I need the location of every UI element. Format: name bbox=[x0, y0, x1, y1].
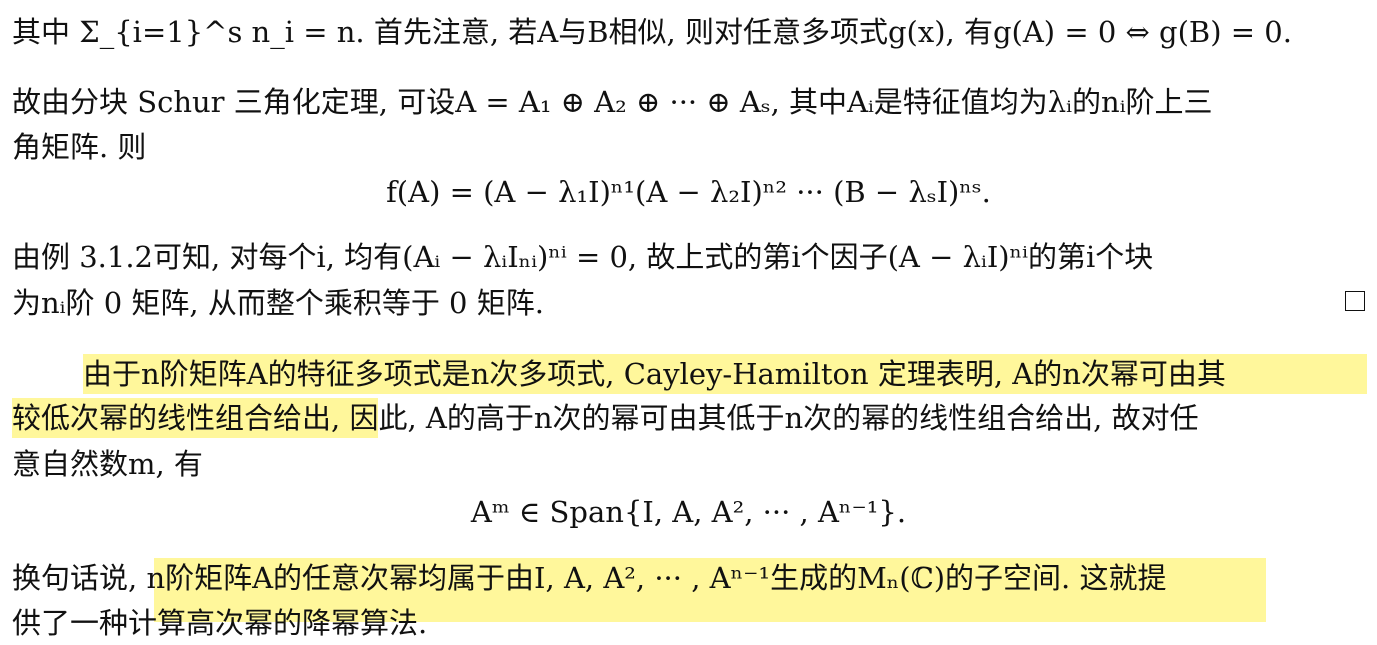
text-line-2: 故由分块 Schur 三角化定理, 可设A = A₁ ⊕ A₂ ⊕ ··· ⊕ … bbox=[12, 82, 1213, 122]
text-line-10: 供了一种计算高次幂的降幂算法. bbox=[12, 603, 427, 643]
text-line-6: 由于n阶矩阵A的特征多项式是n次多项式, Cayley-Hamilton 定理表… bbox=[83, 354, 1226, 394]
highlighted-text: 由于n阶矩阵A的特征多项式是n次多项式, Cayley-Hamilton 定理表… bbox=[83, 357, 1226, 391]
display-equation-2: Aᵐ ∈ Span{I, A, A², ··· , Aⁿ⁻¹}. bbox=[0, 492, 1377, 532]
line-text: 意自然数m, 有 bbox=[12, 447, 203, 481]
document-page: 其中 Σ_{i=1}^s n_i = n. 首先注意, 若A与B相似, 则对任意… bbox=[0, 0, 1377, 645]
line-text: 为nᵢ阶 0 矩阵, 从而整个乘积等于 0 矩阵. bbox=[12, 286, 544, 320]
line-text: 其中 Σ_{i=1}^s n_i = n. 首先注意, 若A与B相似, 则对任意… bbox=[12, 15, 1292, 49]
line-text: , 因此, A的高于n次的幂可由其低于n次的幂的线性组合给出, 故对任 bbox=[331, 401, 1199, 435]
text-line-1: 其中 Σ_{i=1}^s n_i = n. 首先注意, 若A与B相似, 则对任意… bbox=[12, 12, 1292, 52]
text-line-7: 较低次幂的线性组合给出, 因此, A的高于n次的幂可由其低于n次的幂的线性组合给… bbox=[12, 398, 1199, 438]
text-line-9: 换句话说, n阶矩阵A的任意次幂均属于由I, A, A², ··· , Aⁿ⁻¹… bbox=[12, 558, 1166, 598]
qed-box-icon bbox=[1345, 291, 1365, 311]
highlighted-text: 较低次幂的线性组合给出 bbox=[12, 401, 332, 435]
text-line-8: 意自然数m, 有 bbox=[12, 444, 203, 484]
text-line-5: 为nᵢ阶 0 矩阵, 从而整个乘积等于 0 矩阵. bbox=[12, 283, 544, 323]
highlighted-text: 供了一种计算高次幂的降幂算法. bbox=[12, 606, 428, 640]
equation-text: f(A) = (A − λ₁I)ⁿ¹(A − λ₂I)ⁿ² ··· (B − λ… bbox=[386, 175, 991, 209]
highlighted-text: n阶矩阵A的任意次幂均属于由I, A, A², ··· , Aⁿ⁻¹生成的Mₙ(… bbox=[146, 561, 1071, 595]
line-text: 由例 3.1.2可知, 对每个i, 均有(Aᵢ − λᵢIₙᵢ)ⁿⁱ = 0, … bbox=[12, 240, 1154, 274]
text-line-3: 角矩阵. 则 bbox=[12, 127, 146, 167]
equation-text: Aᵐ ∈ Span{I, A, A², ··· , Aⁿ⁻¹}. bbox=[470, 495, 907, 529]
display-equation-1: f(A) = (A − λ₁I)ⁿ¹(A − λ₂I)ⁿ² ··· (B − λ… bbox=[0, 172, 1377, 212]
line-text: 换句话说, bbox=[12, 561, 147, 595]
line-text: 故由分块 Schur 三角化定理, 可设A = A₁ ⊕ A₂ ⊕ ··· ⊕ … bbox=[12, 85, 1213, 119]
text-line-4: 由例 3.1.2可知, 对每个i, 均有(Aᵢ − λᵢIₙᵢ)ⁿⁱ = 0, … bbox=[12, 237, 1153, 277]
line-text: 这就提 bbox=[1070, 561, 1167, 595]
line-text: 角矩阵. 则 bbox=[12, 130, 147, 164]
